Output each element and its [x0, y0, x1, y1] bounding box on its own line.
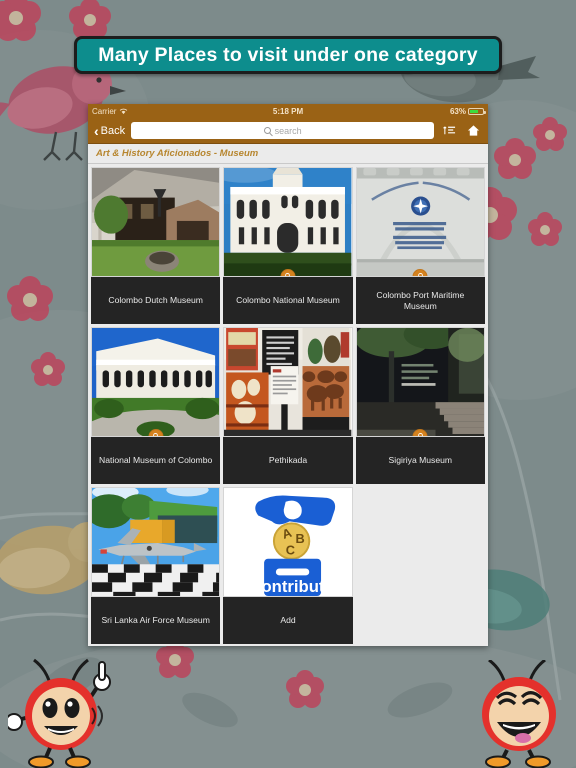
museum-card[interactable]: Colombo Dutch Museum [91, 167, 221, 324]
museum-card[interactable]: Colombo National Museum [223, 167, 353, 324]
card-thumbnail [355, 327, 485, 437]
card-thumbnail [223, 167, 353, 277]
colombo-national-museum-photo [224, 168, 352, 276]
home-icon[interactable] [464, 124, 482, 137]
card-thumbnail [91, 327, 221, 437]
museum-card[interactable]: National Museum of Colombo [91, 327, 221, 484]
status-bar-time: 5:18 PM [272, 106, 304, 116]
back-button[interactable]: ‹ Back [94, 124, 125, 138]
card-thumbnail [223, 327, 353, 437]
page-title: Many Places to visit under one category [98, 43, 478, 66]
pethikada-photo [224, 328, 352, 436]
colombo-port-maritime-museum-photo [356, 168, 484, 276]
card-label: National Museum of Colombo [91, 437, 221, 484]
back-button-label: Back [100, 124, 126, 137]
sort-list-icon[interactable] [440, 124, 458, 137]
contribute-thumbnail: A B C Contribute [223, 487, 353, 597]
app-navigation-bar: ‹ Back search [88, 118, 488, 144]
search-placeholder: search [274, 125, 302, 136]
card-label: Sigiriya Museum [355, 437, 485, 484]
lock-icon [412, 429, 428, 436]
museum-card-grid: Colombo Dutch Museum Colombo National Mu… [88, 164, 488, 646]
lock-icon [280, 269, 296, 276]
sri-lanka-air-force-museum-photo [92, 488, 220, 596]
mascot-pointing [8, 658, 111, 768]
card-label: Sri Lanka Air Force Museum [91, 597, 221, 644]
breadcrumb: Art & History Aficionados - Museum [88, 144, 488, 164]
sigiriya-museum-photo [356, 328, 484, 436]
chevron-left-icon: ‹ [94, 122, 99, 139]
contribute-icon: A B C Contribute [229, 488, 347, 596]
breadcrumb-label: Art & History Aficionados - Museum [96, 148, 259, 159]
card-thumbnail [355, 167, 485, 277]
card-thumbnail [91, 167, 221, 277]
add-card[interactable]: A B C Contribute Add [223, 487, 353, 644]
lock-icon [412, 269, 428, 276]
status-bar: Carrier 5:18 PM 63% [88, 104, 488, 118]
search-input[interactable]: search [131, 122, 434, 139]
museum-card[interactable]: Colombo Port Maritime Museum [355, 167, 485, 324]
svg-text:C: C [286, 543, 295, 558]
battery-percent-label: 63% [449, 106, 466, 116]
search-icon [263, 127, 271, 134]
card-thumbnail [91, 487, 221, 597]
colombo-dutch-museum-photo [92, 168, 220, 276]
carrier-label: Carrier [92, 106, 117, 116]
national-museum-of-colombo-photo [92, 328, 220, 436]
card-label: Colombo Port Maritime Museum [355, 277, 485, 324]
museum-card[interactable]: Sri Lanka Air Force Museum [91, 487, 221, 644]
mascot-laughing [482, 660, 556, 768]
card-label: Add [223, 597, 353, 644]
empty-grid-cell [355, 487, 485, 644]
wifi-icon [120, 108, 128, 115]
museum-card[interactable]: Pethikada [223, 327, 353, 484]
card-label: Colombo National Museum [223, 277, 353, 324]
museum-card[interactable]: Sigiriya Museum [355, 327, 485, 484]
battery-icon [468, 107, 486, 115]
page-title-banner: Many Places to visit under one category [74, 36, 502, 74]
svg-text:B: B [296, 531, 305, 546]
app-screenshot-panel: Carrier 5:18 PM 63% ‹ Back search Art & … [88, 104, 488, 646]
card-label: Pethikada [223, 437, 353, 484]
card-label: Colombo Dutch Museum [91, 277, 221, 324]
lock-icon [148, 429, 164, 436]
contribute-label: Contribute [250, 577, 334, 596]
